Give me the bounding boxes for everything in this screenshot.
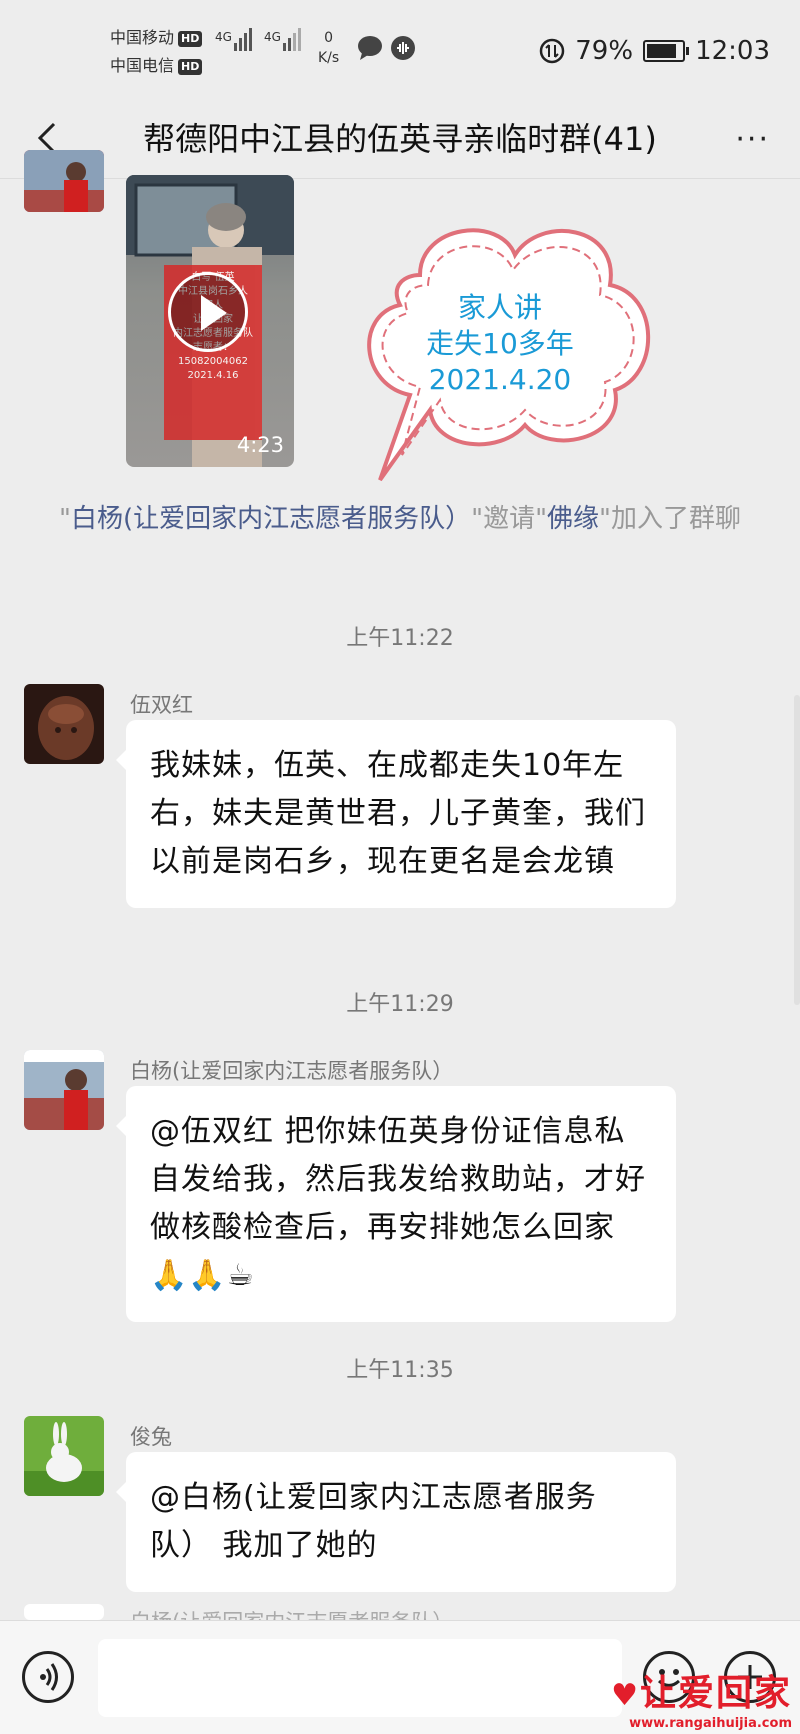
timestamp: 上午11:29: [346, 992, 454, 1017]
more-options-button[interactable]: ···: [735, 122, 770, 157]
watermark-logo: ♥让爱回家: [611, 1672, 792, 1714]
volunteer-avatar-image: [24, 1050, 104, 1130]
sender-name: 俊兔: [130, 1425, 172, 1449]
volunteer-avatar-image: [24, 150, 104, 212]
message-bubble[interactable]: 我妹妹，伍英、在成都走失10年左右，妹夫是黄世君，儿子黄奎，我们以前是岗石乡，现…: [116, 720, 676, 908]
message-input[interactable]: [98, 1639, 622, 1717]
voice-input-button[interactable]: [22, 1651, 74, 1703]
avatar[interactable]: [24, 1604, 104, 1620]
network-type-2: 4G: [264, 30, 281, 44]
rabbit-avatar-image: [24, 1416, 104, 1496]
sender-name: 白杨(让爱回家内江志愿者服务队）: [130, 1606, 453, 1620]
chat-bubble-icon: [358, 36, 382, 60]
system-message: "白杨(让爱回家内江志愿者服务队）"邀请"佛缘"加入了群聊: [58, 504, 742, 534]
status-right: 79% 12:03: [539, 36, 770, 66]
video-message[interactable]: 白写 伍英 中江县岗石乡人 家人 让爱回家 内江志愿者服务队 志愿者： 1508…: [126, 175, 294, 467]
battery-percent: 79%: [575, 36, 634, 66]
carrier-1: 中国移动 HD: [110, 24, 203, 48]
carrier-2: 中国电信 HD: [110, 52, 203, 76]
watermark-url: www.rangaihuijia.com: [629, 1716, 792, 1731]
clock: 12:03: [695, 36, 770, 66]
timestamp: 上午11:35: [346, 1358, 454, 1383]
watermark: ♥让爱回家 www.rangaihuijia.com: [611, 1664, 792, 1731]
volunteer-avatar-image: [24, 1604, 104, 1620]
signal-icon: [234, 28, 252, 51]
invitee-link[interactable]: 佛缘: [547, 504, 599, 534]
avatar[interactable]: [24, 684, 104, 764]
chat-header: 帮德阳中江县的伍英寻亲临时群(41) ···: [0, 100, 800, 179]
avatar[interactable]: [24, 150, 104, 212]
network-type-1: 4G: [215, 30, 232, 44]
play-icon[interactable]: [168, 272, 248, 352]
video-duration: 4:23: [236, 433, 284, 457]
avatar[interactable]: [24, 1416, 104, 1496]
data-saver-icon: [540, 38, 565, 64]
sender-name: 白杨(让爱回家内江志愿者服务队）: [130, 1059, 454, 1083]
chat-title: 帮德阳中江县的伍英寻亲临时群(41): [143, 120, 657, 158]
inviter-link[interactable]: 白杨(让爱回家内江志愿者服务队）: [71, 504, 471, 534]
status-bar: 中国移动 HD 中国电信 HD 4G 4G 0 K/s 79% 12:03: [0, 0, 800, 100]
voice-icon: [40, 1663, 58, 1691]
message-bubble[interactable]: @白杨(让爱回家内江志愿者服务队） 我加了她的: [116, 1452, 676, 1592]
avatar[interactable]: [24, 1050, 104, 1130]
battery-icon: [643, 40, 690, 62]
signal-icon: [283, 28, 301, 51]
scrollbar[interactable]: [794, 695, 800, 1005]
voice-wave-icon: [391, 36, 415, 60]
message-bubble[interactable]: @伍双红 把你妹伍英身份证信息私自发给我，然后我发给救助站，才好做核酸检查后，再…: [116, 1086, 676, 1322]
timestamp: 上午11:22: [346, 626, 454, 651]
buddha-avatar-image: [24, 684, 104, 764]
sender-name: 伍双红: [130, 693, 193, 717]
network-speed: 0 K/s: [318, 30, 340, 66]
cloud-note: 家人讲 走失10多年 2021.4.20: [426, 291, 574, 396]
